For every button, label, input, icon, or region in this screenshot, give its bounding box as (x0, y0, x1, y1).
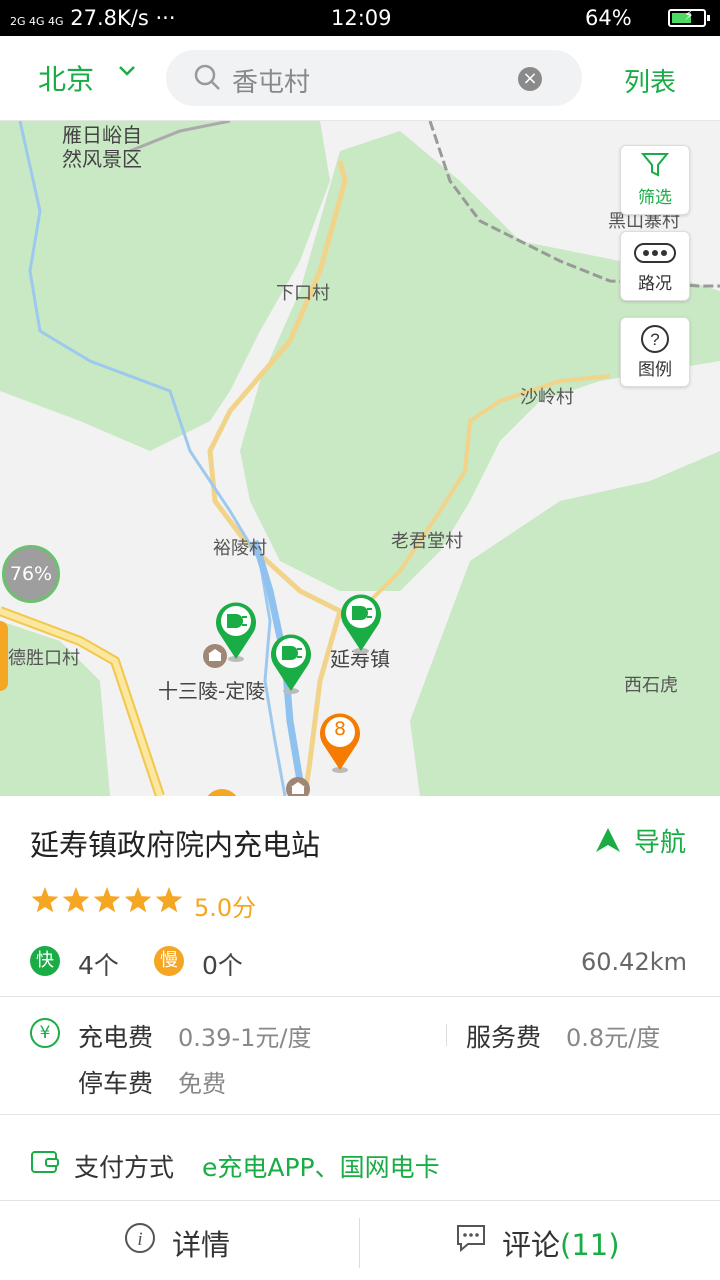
comments-text: 评论 (502, 1228, 561, 1262)
details-label: 详情 (172, 1228, 231, 1262)
map-label-xiakou: 下口村 (276, 283, 330, 304)
map-label-laojuntang: 老君堂村 (391, 531, 463, 552)
map-label-xishihu: 西石虎 (624, 675, 678, 696)
parking-fee-label: 停车费 (78, 1069, 154, 1098)
station-panel: 延寿镇政府院内充电站 导航 5.0分 快 4个 慢 0个 60.42km ¥ 充… (0, 796, 720, 1280)
payment-label: 支付方式 (74, 1153, 175, 1182)
map-view[interactable]: 雁日峪自 然风景区 黑山寨村 下口村 沙岭村 裕陵村 老君堂村 德胜口村 十三陵… (0, 121, 720, 796)
divider (0, 1114, 720, 1115)
search-query[interactable]: 香屯村 (232, 62, 310, 99)
yen-icon: ¥ (30, 1018, 60, 1048)
map-label-shaling: 沙岭村 (520, 387, 574, 408)
slow-charge-badge: 慢 (154, 946, 184, 976)
charging-station-pin[interactable] (268, 629, 314, 695)
navigate-button[interactable]: 导航 (634, 822, 686, 859)
bottom-action-bar: i 详情 评论(11) (0, 1200, 720, 1280)
svg-text:?: ? (650, 330, 659, 349)
charging-station-pin-selected[interactable] (338, 589, 384, 655)
parking-fee-value: 免费 (178, 1070, 226, 1098)
charge-fee-value: 0.39-1元/度 (178, 1024, 312, 1052)
rating-stars (31, 887, 183, 913)
map-label-shisanling: 十三陵-定陵 (158, 679, 266, 703)
comment-icon (457, 1225, 485, 1253)
pin-number: 8 (333, 718, 347, 740)
svg-text:i: i (137, 1229, 142, 1250)
battery-icon: ⚡ (668, 8, 710, 27)
partial-road-marker (0, 621, 8, 691)
chevron-down-icon[interactable] (118, 62, 136, 80)
star-icon (155, 887, 183, 913)
clock: 12:09 (331, 6, 392, 30)
station-group-pin[interactable]: 8 (317, 708, 363, 774)
comments-label: 评论(11) (502, 1222, 620, 1264)
fast-charge-badge: 快 (30, 946, 60, 976)
charge-fee-label: 充电费 (78, 1023, 154, 1052)
distance: 60.42km (581, 948, 687, 976)
status-bar: 2G 4G 4G 27.8K/s ··· 12:09 64% ⚡ (0, 0, 720, 36)
station-title: 延寿镇政府院内充电站 (30, 828, 321, 862)
wallet-icon (31, 1151, 59, 1173)
rating-score: 5.0分 (194, 894, 257, 922)
comments-button[interactable]: 评论(11) (360, 1200, 720, 1280)
divider (446, 1024, 447, 1046)
map-label-desheng: 德胜口村 (8, 648, 80, 669)
signal-and-speed: 2G 4G 4G 27.8K/s ··· (10, 6, 176, 30)
star-icon (62, 887, 90, 913)
service-fee-value: 0.8元/度 (566, 1024, 661, 1052)
list-button[interactable]: 列表 (624, 62, 676, 99)
divider (0, 996, 720, 997)
payment-methods: e充电APP、国网电卡 (202, 1153, 440, 1182)
comments-count: (11) (560, 1228, 620, 1262)
traffic-button[interactable]: 路况 (620, 231, 690, 301)
star-icon (93, 887, 121, 913)
slow-charge-count: 0个 (202, 951, 243, 980)
charging-station-pin[interactable] (213, 597, 259, 663)
legend-button[interactable]: ? 图例 (620, 317, 690, 387)
search-icon (194, 64, 220, 90)
signal-icon: 2G 4G 4G (10, 15, 64, 28)
clear-icon[interactable]: × (518, 67, 542, 91)
battery-percent: 64% (585, 6, 632, 30)
landmark-icon (286, 777, 310, 796)
star-icon (31, 887, 59, 913)
map-label-scenic-2: 然风景区 (62, 147, 142, 171)
service-fee-label: 服务费 (466, 1023, 542, 1052)
station-cluster[interactable]: 76% (2, 545, 60, 603)
fast-charge-count: 4个 (78, 951, 119, 980)
legend-label: 图例 (638, 360, 672, 380)
help-icon: ? (641, 325, 669, 353)
filter-icon (641, 153, 669, 177)
traffic-icon (634, 243, 676, 263)
city-selector[interactable]: 北京 (38, 58, 94, 98)
star-icon (124, 887, 152, 913)
network-speed: 27.8K/s ··· (70, 6, 176, 30)
filter-label: 筛选 (638, 188, 672, 208)
filter-button[interactable]: 筛选 (620, 145, 690, 215)
search-input[interactable]: 香屯村 × (166, 50, 582, 106)
map-label-yuling: 裕陵村 (213, 538, 267, 559)
details-button[interactable]: i 详情 (0, 1200, 359, 1280)
navigate-icon[interactable] (594, 826, 622, 854)
info-icon: i (125, 1223, 155, 1253)
traffic-label: 路况 (638, 274, 672, 294)
top-bar: 北京 香屯村 × 列表 (0, 36, 720, 121)
